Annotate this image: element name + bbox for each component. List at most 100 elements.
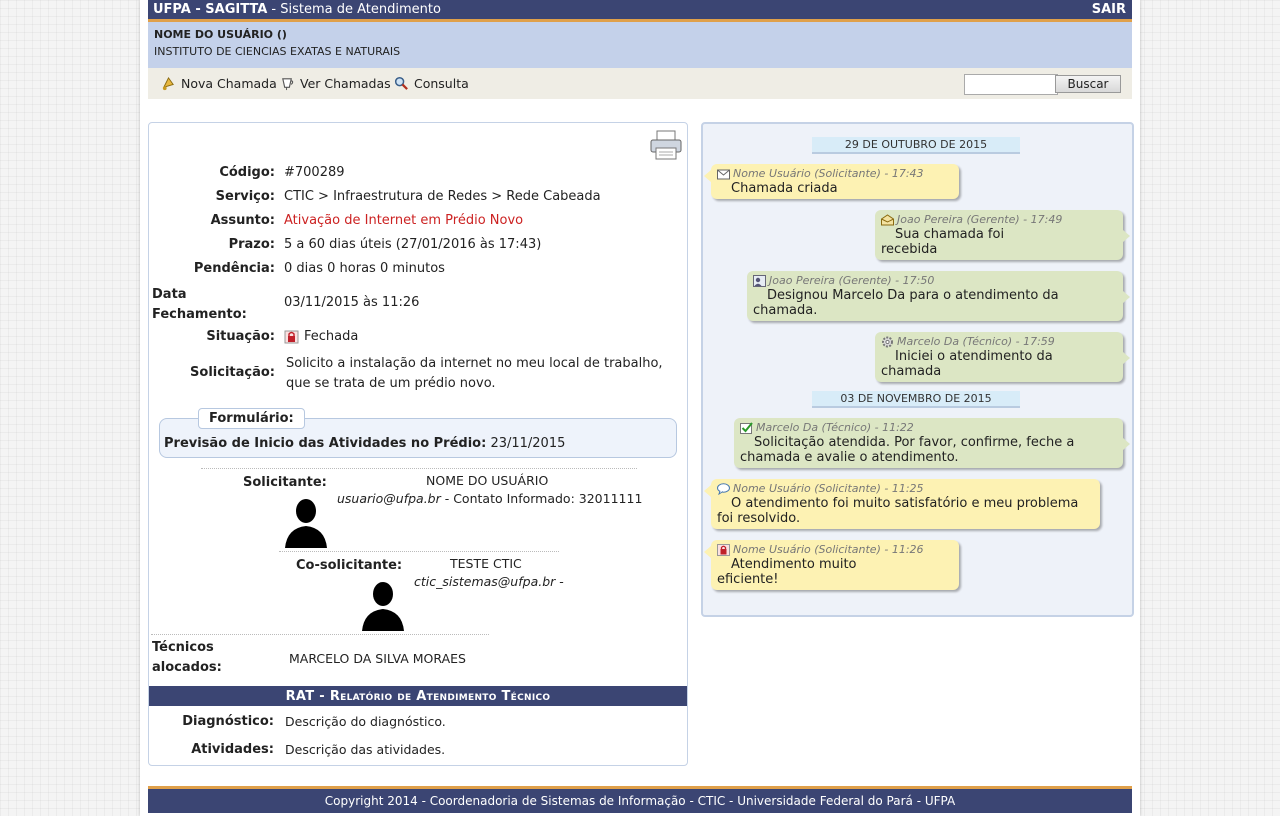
message-author: Joao Pereira (Gerente) - 17:50 (769, 274, 935, 287)
page-container: UFPA - SAGITTA - Sistema de Atendimento … (140, 0, 1140, 816)
message-meta: Marcelo Da (Técnico) - 11:22 (740, 420, 1117, 435)
user-name: NOME DO USUÁRIO () (154, 28, 287, 41)
message-text-line1: Sua chamada foi (895, 227, 1005, 242)
situacao-text: Fechada (304, 329, 359, 344)
formulario-title: Formulário: (198, 408, 305, 429)
servico-value: CTIC > Infraestrutura de Redes > Rede Ca… (284, 189, 601, 204)
ticket-timeline-panel: 29 DE OUTUBRO DE 2015 Nome Usuário (Soli… (701, 122, 1134, 617)
cup-icon (282, 78, 294, 91)
prazo-value: 5 a 60 dias úteis (27/01/2016 às 17:43) (284, 237, 542, 252)
message-author: Marcelo Da (Técnico) - 17:59 (897, 335, 1055, 348)
cosolicitante-email: ctic_sistemas@ufpa.br (414, 574, 556, 589)
message-meta: Nome Usuário (Solicitante) - 11:25 (717, 481, 1094, 496)
menu-bar: Nova Chamada Ver Chamadas Consulta Busca… (148, 68, 1132, 99)
menu-ver-chamadas[interactable]: Ver Chamadas (280, 76, 391, 91)
solicitante-contact: usuario@ufpa.br - Contato Informado: 320… (337, 491, 642, 506)
message-author: Nome Usuário (Solicitante) - 17:43 (733, 167, 924, 180)
divider (151, 634, 489, 635)
solicitante-email: usuario@ufpa.br (337, 491, 441, 506)
menu-nova-chamada[interactable]: Nova Chamada (161, 76, 277, 91)
timeline-message: Nome Usuário (Solicitante) - 11:25 O ate… (704, 479, 1100, 529)
bubble-tail (704, 546, 711, 558)
avatar (360, 575, 406, 631)
lock-icon (717, 543, 730, 556)
message-meta: Joao Pereira (Gerente) - 17:49 (881, 212, 1117, 227)
cosolicitante-contact: ctic_sistemas@ufpa.br - (414, 574, 564, 589)
bell-icon (162, 76, 174, 91)
rat-title-strong: RAT (285, 689, 315, 704)
tecnicos-label: Técnicos alocados: (152, 638, 222, 678)
bubble-tail (1123, 438, 1130, 450)
pendencia-label: Pendência: (193, 261, 275, 276)
message-text-line1: Atendimento muito (731, 557, 857, 572)
search-input[interactable] (964, 74, 1058, 95)
message-meta: Joao Pereira (Gerente) - 17:50 (753, 273, 1117, 288)
message-author: Marcelo Da (Técnico) - 11:22 (756, 421, 914, 434)
bubble-tail (1123, 291, 1130, 303)
printer-icon[interactable] (649, 129, 683, 161)
timeline-message: Nome Usuário (Solicitante) - 11:26 Atend… (704, 540, 959, 590)
rat-title-rest: - Relatório de Atendimento Técnico (314, 689, 551, 704)
message-text-line1: Designou Marcelo Da para o atendimento d… (767, 288, 1059, 303)
timeline-message: Marcelo Da (Técnico) - 17:59 Iniciei o a… (875, 332, 1130, 382)
user-info-bar: NOME DO USUÁRIO () INSTITUTO DE CIENCIAS… (148, 22, 1132, 68)
atividades-value: Descrição das atividades. (285, 742, 446, 757)
top-bar: UFPA - SAGITTA - Sistema de Atendimento … (148, 0, 1132, 22)
situacao-label: Situação: (206, 329, 275, 344)
message-author: Joao Pereira (Gerente) - 17:49 (897, 213, 1063, 226)
servico-label: Serviço: (215, 189, 275, 204)
tecnicos-label-line2: alocados: (152, 660, 222, 675)
message-meta: Nome Usuário (Solicitante) - 17:43 (717, 166, 953, 181)
bubble-tail (704, 170, 711, 182)
fechamento-value: 03/11/2015 às 11:26 (284, 295, 420, 310)
formulario-question: Previsão de Inicio das Atividades no Pré… (164, 436, 487, 451)
message-text: Chamada criada (731, 181, 838, 196)
bubble-tail (1123, 352, 1130, 364)
menu-consulta-label: Consulta (414, 76, 469, 91)
solicitante-label: Solicitante: (243, 475, 327, 490)
solicitacao-line1: Solicito a instalação da internet no meu… (286, 356, 663, 371)
solicitante-name: NOME DO USUÁRIO (426, 473, 549, 488)
message-text-line2: chamada (881, 364, 942, 379)
timeline-message: Nome Usuário (Solicitante) - 17:43 Chama… (704, 164, 959, 199)
message-text: Solicitação atendida. Por favor, confirm… (740, 435, 1117, 450)
fechamento-label-line2: Fechamento: (152, 307, 247, 322)
date-divider: 29 DE OUTUBRO DE 2015 (812, 137, 1020, 154)
tecnicos-value: MARCELO DA SILVA MORAES (289, 651, 466, 666)
pendencia-value: 0 dias 0 horas 0 minutos (284, 261, 445, 276)
message-text: Designou Marcelo Da para o atendimento d… (753, 288, 1117, 303)
speech-icon (717, 482, 730, 495)
magnifier-icon (394, 76, 408, 90)
cosolicitante-name: TESTE CTIC (450, 556, 522, 571)
timeline-message: Joao Pereira (Gerente) - 17:49 Sua chama… (875, 210, 1130, 260)
menu-consulta[interactable]: Consulta (394, 76, 469, 91)
message-author: Nome Usuário (Solicitante) - 11:25 (733, 482, 924, 495)
assunto-label: Assunto: (210, 213, 275, 228)
solicitacao-label: Solicitação: (190, 365, 275, 380)
message-text: O atendimento foi muito satisfatório e m… (717, 496, 1094, 511)
message-text-line1: O atendimento foi muito satisfatório e m… (731, 496, 1079, 511)
solicitante-phone: - Contato Informado: 32011111 (440, 491, 643, 506)
codigo-label: Código: (219, 165, 275, 180)
menu-ver-chamadas-label: Ver Chamadas (300, 76, 391, 91)
gear-icon (882, 336, 893, 347)
search-button[interactable]: Buscar (1055, 75, 1121, 93)
timeline-message: Marcelo Da (Técnico) - 11:22 Solicitação… (734, 418, 1130, 468)
user-institute: INSTITUTO DE CIENCIAS EXATAS E NATURAIS (154, 45, 401, 58)
message-text: Sua chamada foi (881, 227, 1117, 242)
solicitacao-value: Solicito a instalação da internet no meu… (286, 354, 663, 394)
footer: Copyright 2014 - Coordenadoria de Sistem… (148, 786, 1132, 813)
divider (201, 468, 637, 469)
message-text-line2: chamada e avalie o atendimento. (740, 450, 959, 465)
fechamento-label-line1: Data (152, 287, 187, 302)
rat-header: RAT - Relatório de Atendimento Técnico (149, 686, 687, 706)
divider (279, 551, 559, 552)
open-envelope-icon (881, 213, 894, 225)
message-text: Iniciei o atendimento da (881, 349, 1117, 364)
logout-link[interactable]: SAIR (1092, 0, 1126, 20)
solicitacao-line2: que se trata de um prédio novo. (286, 376, 496, 391)
tecnicos-label-line1: Técnicos (152, 640, 214, 655)
message-meta: Marcelo Da (Técnico) - 17:59 (881, 334, 1117, 349)
date-divider: 03 DE NOVEMBRO DE 2015 (812, 391, 1020, 408)
bubble-tail (1123, 230, 1130, 242)
